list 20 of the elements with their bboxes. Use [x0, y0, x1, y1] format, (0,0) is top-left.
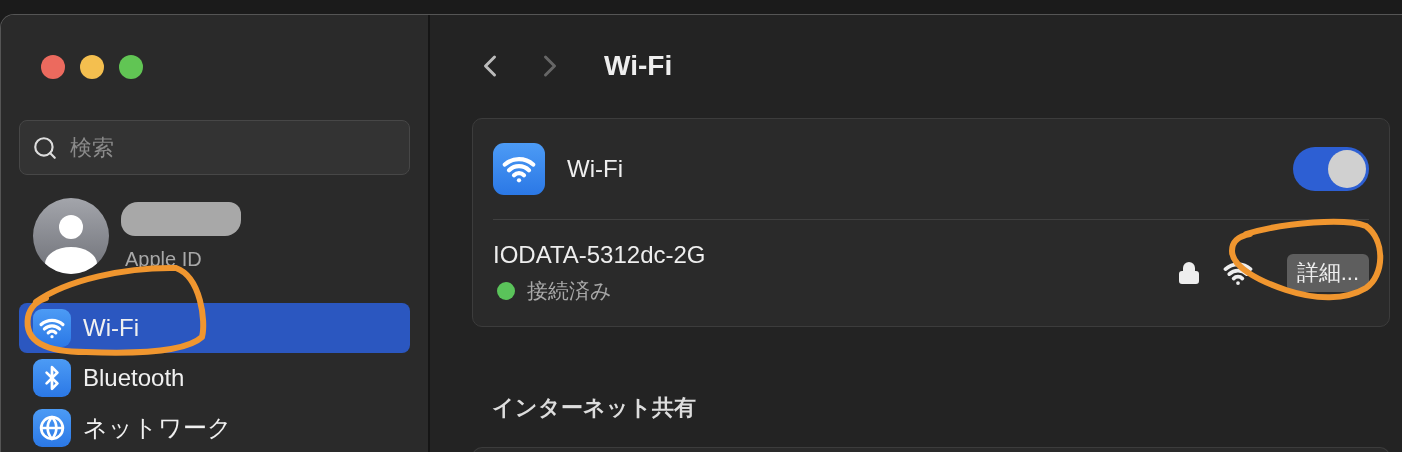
wifi-app-icon: [493, 143, 545, 195]
sidebar-item[interactable]: Bluetooth: [19, 353, 410, 403]
wifi-label: Wi-Fi: [567, 155, 624, 183]
lock-icon: [1176, 261, 1201, 285]
window-control[interactable]: [80, 55, 104, 79]
status-text: 接続済み: [527, 278, 612, 304]
details-button[interactable]: 詳細...: [1286, 254, 1369, 292]
sidebar-item[interactable]: Wi-Fi: [19, 303, 410, 353]
search-input[interactable]: 検索: [68, 133, 397, 162]
avatar-icon[interactable]: [33, 198, 109, 274]
wifi-toggle[interactable]: [1293, 147, 1369, 191]
search-field[interactable]: 検索: [19, 120, 410, 175]
search-icon: [32, 134, 58, 161]
network-name: IODATA-5312dc-2G: [493, 241, 707, 269]
window-control[interactable]: [41, 55, 65, 79]
window-control[interactable]: [119, 55, 143, 79]
sidebar-item[interactable]: ネットワーク: [19, 403, 410, 452]
section-title: インターネット共有: [492, 394, 697, 422]
page-title: Wi-Fi: [604, 49, 673, 82]
globe-icon: [39, 415, 65, 441]
